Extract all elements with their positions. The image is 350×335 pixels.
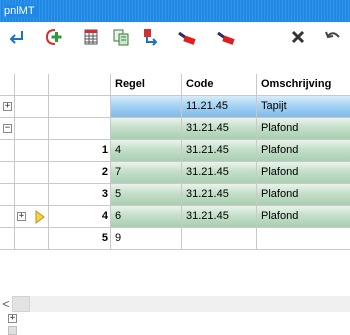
add-button[interactable] [39, 22, 69, 52]
cell-code[interactable]: 31.21.45 [182, 118, 257, 140]
grid-icon [84, 29, 98, 45]
scroll-left-arrow[interactable]: < [0, 296, 12, 312]
row-number: 1 [49, 140, 111, 162]
table-row[interactable]: 59 [0, 228, 350, 250]
row-indicator-cell [15, 162, 49, 184]
row-number [49, 118, 111, 140]
footer-box [8, 326, 17, 335]
row-expand-cell [0, 206, 15, 228]
sub-expand-button[interactable]: + [17, 212, 26, 221]
return-icon [9, 31, 23, 44]
current-row-arrow-icon [35, 210, 45, 224]
insert-row-button[interactable] [136, 22, 166, 52]
cell-omschrijving[interactable] [257, 228, 350, 250]
cell-code[interactable]: 11.21.45 [182, 96, 257, 118]
cell-regel[interactable] [111, 118, 182, 140]
header-cell-number [49, 74, 111, 96]
cell-regel[interactable]: 5 [111, 184, 182, 206]
footer-expand-button[interactable]: + [8, 314, 17, 323]
undo-icon [325, 31, 340, 39]
table-row[interactable]: +11.21.45 Tapijt [0, 96, 350, 118]
cell-code[interactable]: 31.21.45 [182, 140, 257, 162]
header-regel[interactable]: Regel [111, 74, 182, 96]
cell-regel[interactable]: 7 [111, 162, 182, 184]
add-icon [46, 29, 62, 45]
return-button[interactable] [2, 22, 32, 52]
delete-button[interactable] [283, 22, 313, 52]
cell-code[interactable]: 31.21.45 [182, 184, 257, 206]
row-expand-cell [0, 228, 15, 250]
remove-red-icon [178, 31, 196, 45]
row-number: 2 [49, 162, 111, 184]
collapse-button[interactable]: − [3, 124, 12, 133]
cell-omschrijving[interactable]: Plafond [257, 184, 350, 206]
row-indicator-cell [15, 228, 49, 250]
grid-button[interactable] [76, 22, 106, 52]
remove-2-button[interactable] [211, 22, 241, 52]
cell-regel[interactable] [111, 96, 182, 118]
delete-x-icon [291, 30, 305, 44]
row-number: 3 [49, 184, 111, 206]
expand-button[interactable]: + [3, 102, 12, 111]
row-expand-cell: + [0, 96, 15, 118]
horizontal-scrollbar[interactable]: < [0, 296, 350, 312]
cell-regel[interactable]: 9 [111, 228, 182, 250]
row-number: 4 [49, 206, 111, 228]
row-number: 5 [49, 228, 111, 250]
copy-icon [113, 29, 129, 46]
cell-omschrijving[interactable]: Plafond [257, 206, 350, 228]
cell-omschrijving[interactable]: Plafond [257, 162, 350, 184]
cell-omschrijving[interactable]: Plafond [257, 118, 350, 140]
insert-row-icon [144, 29, 158, 46]
scroll-track[interactable] [30, 296, 350, 312]
header-omschrijving[interactable]: Omschrijving [257, 74, 350, 96]
remove-button[interactable] [172, 22, 202, 52]
row-indicator-cell [15, 140, 49, 162]
row-expand-cell [0, 162, 15, 184]
row-number [49, 96, 111, 118]
table-row[interactable]: − 31.21.45 Plafond [0, 118, 350, 140]
cell-omschrijving[interactable]: Plafond [257, 140, 350, 162]
header-cell-expand [0, 74, 15, 96]
cell-regel[interactable]: 4 [111, 140, 182, 162]
cell-code[interactable]: 31.21.45 [182, 162, 257, 184]
table-row[interactable]: 1 4 31.21.45 Plafond [0, 140, 350, 162]
row-expand-cell [0, 184, 15, 206]
undo-button[interactable] [318, 22, 348, 52]
table-row[interactable]: 2 7 31.21.45 Plafond [0, 162, 350, 184]
header-code[interactable]: Code [182, 74, 257, 96]
row-indicator-cell: + [15, 206, 49, 228]
cell-code[interactable] [182, 228, 257, 250]
row-indicator-cell [15, 96, 49, 118]
row-expand-cell: − [0, 118, 15, 140]
table-row[interactable]: +4 6 31.21.45 Plafond [0, 206, 350, 228]
row-indicator-cell [15, 184, 49, 206]
header-cell-indicator [15, 74, 49, 96]
row-expand-cell [0, 140, 15, 162]
scroll-thumb[interactable] [12, 296, 30, 312]
cell-regel[interactable]: 6 [111, 206, 182, 228]
copy-button[interactable] [106, 22, 136, 52]
cell-omschrijving[interactable]: Tapijt [257, 96, 350, 118]
window-titlebar: pnlMT [0, 0, 350, 22]
row-indicator-cell [15, 118, 49, 140]
cell-code[interactable]: 31.21.45 [182, 206, 257, 228]
header-row: Regel Code Omschrijving [0, 74, 350, 96]
table-row[interactable]: 3 5 31.21.45 Plafond [0, 184, 350, 206]
window-title: pnlMT [4, 5, 39, 17]
toolbar [0, 22, 350, 52]
remove-red-2-icon [217, 31, 235, 45]
